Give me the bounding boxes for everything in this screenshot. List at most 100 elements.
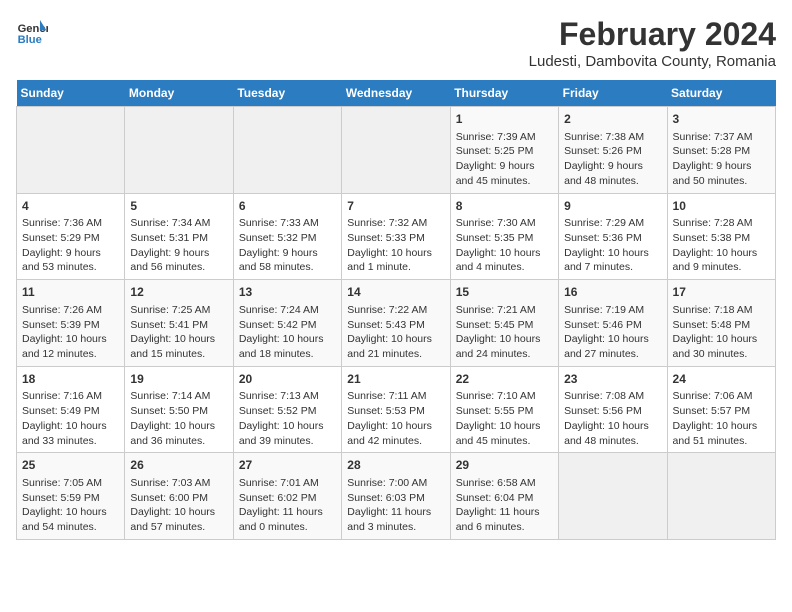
calendar-cell: 11Sunrise: 7:26 AMSunset: 5:39 PMDayligh… — [17, 280, 125, 367]
day-number: 20 — [239, 371, 336, 388]
calendar-cell — [342, 107, 450, 194]
calendar-cell: 15 Sunrise: 7:21 AMSunset: 5:45 PMDayligh… — [450, 280, 558, 367]
calendar-cell: 19Sunrise: 7:14 AMSunset: 5:50 PMDayligh… — [125, 366, 233, 453]
calendar-cell: 18Sunrise: 7:16 AMSunset: 5:49 PMDayligh… — [17, 366, 125, 453]
logo: General Blue — [16, 16, 48, 48]
calendar-cell: 14 Sunrise: 7:22 AMSunset: 5:43 PMDayligh… — [342, 280, 450, 367]
cell-content: Sunrise: 7:01 AMSunset: 6:02 PMDaylight:… — [239, 476, 336, 535]
calendar-cell: 7Sunrise: 7:32 AMSunset: 5:33 PMDaylight… — [342, 193, 450, 280]
calendar-cell: 17Sunrise: 7:18 AMSunset: 5:48 PMDayligh… — [667, 280, 775, 367]
day-number: 26 — [130, 457, 227, 474]
calendar-cell: 16Sunrise: 7:19 AMSunset: 5:46 PMDayligh… — [559, 280, 667, 367]
calendar-cell: 20Sunrise: 7:13 AMSunset: 5:52 PMDayligh… — [233, 366, 341, 453]
calendar-cell — [559, 453, 667, 540]
calendar-cell: 23Sunrise: 7:08 AMSunset: 5:56 PMDayligh… — [559, 366, 667, 453]
calendar-cell: 29 Sunrise: 6:58 AMSunset: 6:04 PMDayligh… — [450, 453, 558, 540]
main-title: February 2024 — [529, 16, 776, 53]
day-number: 6 — [239, 198, 336, 215]
day-number: 14 — [347, 284, 444, 301]
calendar-cell: 25 Sunrise: 7:05 AMSunset: 5:59 PMDayligh… — [17, 453, 125, 540]
calendar-cell: 8Sunrise: 7:30 AMSunset: 5:35 PMDaylight… — [450, 193, 558, 280]
calendar-cell: 21Sunrise: 7:11 AMSunset: 5:53 PMDayligh… — [342, 366, 450, 453]
day-header-tuesday: Tuesday — [233, 80, 341, 107]
cell-content: Sunrise: 7:36 AMSunset: 5:29 PMDaylight:… — [22, 216, 119, 275]
day-number: 21 — [347, 371, 444, 388]
logo-icon: General Blue — [16, 16, 48, 48]
cell-content: Sunrise: 7:30 AMSunset: 5:35 PMDaylight:… — [456, 216, 553, 275]
calendar-cell: 3 Sunrise: 7:37 AMSunset: 5:28 PMDaylight… — [667, 107, 775, 194]
day-number: 29 — [456, 457, 553, 474]
cell-content: Sunrise: 7:32 AMSunset: 5:33 PMDaylight:… — [347, 216, 444, 275]
cell-content: Sunrise: 7:14 AMSunset: 5:50 PMDaylight:… — [130, 389, 227, 448]
calendar-cell: 27 Sunrise: 7:01 AMSunset: 6:02 PMDayligh… — [233, 453, 341, 540]
day-number: 13 — [239, 284, 336, 301]
calendar-cell: 28Sunrise: 7:00 AMSunset: 6:03 PMDayligh… — [342, 453, 450, 540]
day-number: 12 — [130, 284, 227, 301]
day-number: 10 — [673, 198, 770, 215]
cell-content: Sunrise: 7:06 AMSunset: 5:57 PMDaylight:… — [673, 389, 770, 448]
day-number: 25 — [22, 457, 119, 474]
subtitle: Ludesti, Dambovita County, Romania — [529, 53, 776, 70]
cell-content: Sunrise: 7:25 AMSunset: 5:41 PMDaylight:… — [130, 303, 227, 362]
day-number: 9 — [564, 198, 661, 215]
cell-content: Sunrise: 7:22 AMSunset: 5:43 PMDaylight:… — [347, 303, 444, 362]
cell-content: Sunrise: 7:13 AMSunset: 5:52 PMDaylight:… — [239, 389, 336, 448]
cell-content: Sunrise: 7:10 AMSunset: 5:55 PMDaylight:… — [456, 389, 553, 448]
day-number: 23 — [564, 371, 661, 388]
calendar-cell: 13Sunrise: 7:24 AMSunset: 5:42 PMDayligh… — [233, 280, 341, 367]
calendar-week-1: 1 Sunrise: 7:39 AMSunset: 5:25 PMDaylight… — [17, 107, 776, 194]
day-number: 18 — [22, 371, 119, 388]
cell-content: Sunrise: 7:33 AMSunset: 5:32 PMDaylight:… — [239, 216, 336, 275]
day-number: 2 — [564, 111, 661, 128]
day-header-saturday: Saturday — [667, 80, 775, 107]
calendar-cell: 12 Sunrise: 7:25 AMSunset: 5:41 PMDayligh… — [125, 280, 233, 367]
day-number: 27 — [239, 457, 336, 474]
calendar-cell: 24Sunrise: 7:06 AMSunset: 5:57 PMDayligh… — [667, 366, 775, 453]
calendar-cell — [125, 107, 233, 194]
day-header-wednesday: Wednesday — [342, 80, 450, 107]
day-header-thursday: Thursday — [450, 80, 558, 107]
calendar-cell: 10Sunrise: 7:28 AMSunset: 5:38 PMDayligh… — [667, 193, 775, 280]
day-number: 22 — [456, 371, 553, 388]
day-number: 3 — [673, 111, 770, 128]
cell-content: Sunrise: 7:11 AMSunset: 5:53 PMDaylight:… — [347, 389, 444, 448]
calendar-week-3: 11Sunrise: 7:26 AMSunset: 5:39 PMDayligh… — [17, 280, 776, 367]
day-number: 28 — [347, 457, 444, 474]
day-number: 8 — [456, 198, 553, 215]
calendar-cell: 5Sunrise: 7:34 AMSunset: 5:31 PMDaylight… — [125, 193, 233, 280]
calendar-week-2: 4Sunrise: 7:36 AMSunset: 5:29 PMDaylight… — [17, 193, 776, 280]
calendar-week-4: 18Sunrise: 7:16 AMSunset: 5:49 PMDayligh… — [17, 366, 776, 453]
cell-content: Sunrise: 7:21 AMSunset: 5:45 PMDaylight:… — [456, 303, 553, 362]
day-number: 11 — [22, 284, 119, 301]
day-header-friday: Friday — [559, 80, 667, 107]
cell-content: Sunrise: 7:05 AMSunset: 5:59 PMDaylight:… — [22, 476, 119, 535]
calendar-cell: 22Sunrise: 7:10 AMSunset: 5:55 PMDayligh… — [450, 366, 558, 453]
calendar-cell: 6Sunrise: 7:33 AMSunset: 5:32 PMDaylight… — [233, 193, 341, 280]
title-area: February 2024 Ludesti, Dambovita County,… — [529, 16, 776, 70]
calendar-cell — [667, 453, 775, 540]
day-number: 4 — [22, 198, 119, 215]
cell-content: Sunrise: 7:39 AMSunset: 5:25 PMDaylight:… — [456, 130, 553, 189]
calendar-cell: 26 Sunrise: 7:03 AMSunset: 6:00 PMDayligh… — [125, 453, 233, 540]
cell-content: Sunrise: 7:37 AMSunset: 5:28 PMDaylight:… — [673, 130, 770, 189]
cell-content: Sunrise: 7:28 AMSunset: 5:38 PMDaylight:… — [673, 216, 770, 275]
cell-content: Sunrise: 7:16 AMSunset: 5:49 PMDaylight:… — [22, 389, 119, 448]
cell-content: Sunrise: 7:18 AMSunset: 5:48 PMDaylight:… — [673, 303, 770, 362]
calendar-cell: 2Sunrise: 7:38 AMSunset: 5:26 PMDaylight… — [559, 107, 667, 194]
header: General Blue February 2024 Ludesti, Damb… — [16, 16, 776, 70]
calendar-cell: 1 Sunrise: 7:39 AMSunset: 5:25 PMDaylight… — [450, 107, 558, 194]
cell-content: Sunrise: 6:58 AMSunset: 6:04 PMDaylight:… — [456, 476, 553, 535]
day-number: 5 — [130, 198, 227, 215]
day-number: 15 — [456, 284, 553, 301]
cell-content: Sunrise: 7:34 AMSunset: 5:31 PMDaylight:… — [130, 216, 227, 275]
cell-content: Sunrise: 7:03 AMSunset: 6:00 PMDaylight:… — [130, 476, 227, 535]
day-header-monday: Monday — [125, 80, 233, 107]
day-number: 1 — [456, 111, 553, 128]
calendar-cell: 9Sunrise: 7:29 AMSunset: 5:36 PMDaylight… — [559, 193, 667, 280]
calendar-table: SundayMondayTuesdayWednesdayThursdayFrid… — [16, 80, 776, 540]
day-header-sunday: Sunday — [17, 80, 125, 107]
svg-text:Blue: Blue — [18, 34, 42, 46]
cell-content: Sunrise: 7:29 AMSunset: 5:36 PMDaylight:… — [564, 216, 661, 275]
calendar-cell: 4Sunrise: 7:36 AMSunset: 5:29 PMDaylight… — [17, 193, 125, 280]
calendar-cell — [233, 107, 341, 194]
